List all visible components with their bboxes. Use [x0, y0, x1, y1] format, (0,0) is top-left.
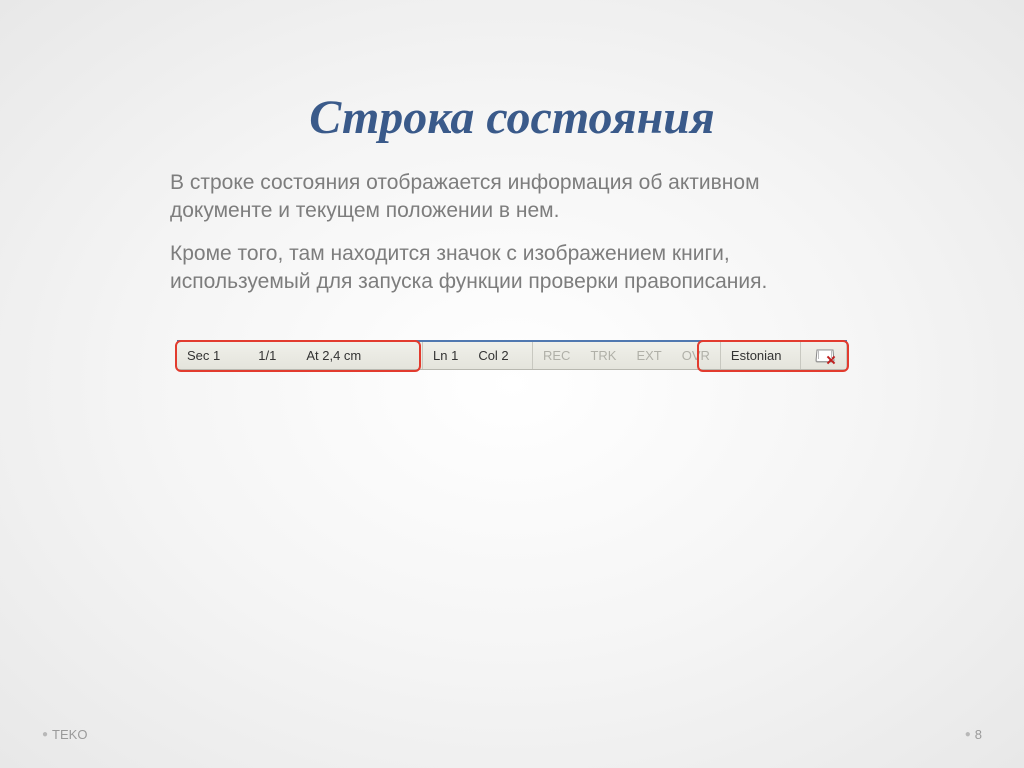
word-statusbar: Sec 1 1/1 At 2,4 cm Ln 1 Col 2 REC TRK E…	[177, 340, 847, 370]
statusbar-illustration: Sec 1 1/1 At 2,4 cm Ln 1 Col 2 REC TRK E…	[170, 340, 854, 370]
status-ext: EXT	[626, 342, 671, 369]
status-line: Ln 1	[423, 342, 468, 369]
status-ovr: OVR	[672, 342, 720, 369]
spellcheck-button[interactable]	[808, 342, 840, 369]
bullet-icon: ●	[42, 729, 48, 740]
footer-left-text: TEKO	[52, 727, 87, 742]
book-icon	[816, 349, 832, 362]
status-section: Sec 1	[177, 342, 230, 369]
slide-title: Строка состояния	[170, 90, 854, 145]
paragraph-1: В строке состояния отображается информац…	[170, 169, 854, 226]
status-rec: REC	[533, 342, 580, 369]
status-col: Col 2	[468, 342, 518, 369]
status-language: Estonian	[721, 342, 792, 369]
status-trk: TRK	[580, 342, 626, 369]
footer-page-number: 8	[975, 727, 982, 742]
bullet-icon: ●	[965, 729, 971, 740]
status-page: 1/1	[248, 342, 286, 369]
paragraph-2: Кроме того, там находится значок с изобр…	[170, 240, 854, 297]
slide-body: В строке состояния отображается информац…	[170, 169, 854, 296]
error-x-icon	[826, 355, 836, 365]
status-at: At 2,4 cm	[296, 342, 371, 369]
slide-footer: ● TEKO ● 8	[0, 727, 1024, 742]
